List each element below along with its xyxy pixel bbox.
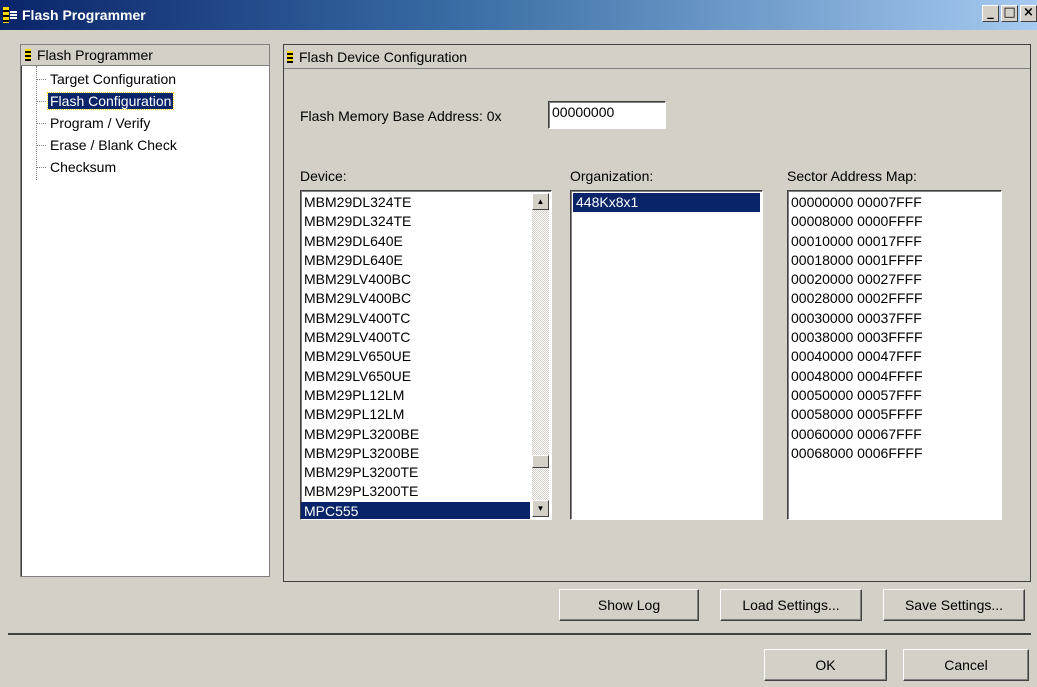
show-log-button[interactable]: Show Log: [559, 589, 699, 621]
organization-label: Organization:: [570, 168, 654, 184]
tree-root[interactable]: Flash Programmer: [21, 45, 269, 66]
device-list-item[interactable]: MPC555: [301, 501, 530, 519]
sector-list-item[interactable]: 00008000 0000FFFF: [788, 212, 1001, 231]
base-address-input[interactable]: 00000000: [548, 101, 666, 129]
device-list-item[interactable]: MBM29DL640E: [301, 232, 530, 251]
base-address-label: Flash Memory Base Address: 0x: [300, 108, 502, 124]
close-button[interactable]: ×: [1020, 5, 1037, 22]
device-list-item[interactable]: MBM29LV650UE: [301, 347, 530, 366]
sector-map-label: Sector Address Map:: [787, 168, 917, 184]
sector-list-item[interactable]: 00050000 00057FFF: [788, 386, 1001, 405]
sector-rows: 00000000 00007FFF 00008000 0000FFFF 000100…: [788, 191, 1001, 463]
tree-item-label: Erase / Blank Check: [50, 137, 177, 153]
device-list-item[interactable]: MBM29PL3200TE: [301, 463, 530, 482]
organization-listbox[interactable]: 448Kx8x1: [570, 190, 763, 520]
flash-device-configuration-panel: Flash Device Configuration Flash Memory …: [283, 44, 1031, 582]
navigation-tree[interactable]: Flash Programmer Target Configuration Fla…: [20, 44, 270, 577]
organization-rows: 448Kx8x1: [571, 191, 762, 213]
device-list-item[interactable]: MBM29PL3200BE: [301, 425, 530, 444]
separator: [8, 633, 1031, 635]
device-list-item[interactable]: MBM29LV400TC: [301, 309, 530, 328]
scroll-thumb[interactable]: [532, 455, 549, 468]
device-list-item[interactable]: MBM29PL3200TE: [301, 482, 530, 501]
config-title: Flash Device Configuration: [299, 48, 468, 65]
sector-list-item[interactable]: 00060000 00067FFF: [788, 425, 1001, 444]
scroll-up-button[interactable]: ▲: [532, 193, 549, 210]
device-rows: MBM29DL324TE MBM29DL324TE MBM29DL640E MBM29…: [301, 191, 530, 519]
device-list-item[interactable]: MBM29LV400BC: [301, 289, 530, 308]
flash-programmer-icon: [25, 49, 31, 61]
tree-item-label: Flash Configuration: [46, 92, 175, 110]
sector-map-listbox[interactable]: 00000000 00007FFF 00008000 0000FFFF 000100…: [787, 190, 1002, 520]
tree-item-label: Checksum: [50, 159, 117, 175]
sector-list-item[interactable]: 00010000 00017FFF: [788, 232, 1001, 251]
minimize-button[interactable]: _: [982, 5, 999, 22]
device-label: Device:: [300, 168, 347, 184]
sector-list-item[interactable]: 00020000 00027FFF: [788, 270, 1001, 289]
device-list-item[interactable]: MBM29DL324TE: [301, 193, 530, 212]
tree-items: Target Configuration Flash Configuration P…: [21, 66, 269, 180]
flash-device-icon: [287, 50, 293, 63]
device-list-item[interactable]: MBM29LV400TC: [301, 328, 530, 347]
sector-list-item[interactable]: 00018000 0001FFFF: [788, 251, 1001, 270]
sector-list-item[interactable]: 00030000 00037FFF: [788, 309, 1001, 328]
config-header: Flash Device Configuration: [284, 45, 1030, 69]
app-icon[interactable]: [3, 7, 17, 23]
tree-item-label: Program / Verify: [50, 115, 151, 131]
device-list-item[interactable]: MBM29PL3200BE: [301, 444, 530, 463]
device-list-item[interactable]: MBM29DL640E: [301, 251, 530, 270]
tree-item[interactable]: Flash Configuration: [21, 91, 269, 113]
window-title: Flash Programmer: [22, 7, 146, 23]
device-list-item[interactable]: MBM29PL12LM: [301, 405, 530, 424]
device-list-item[interactable]: MBM29LV650UE: [301, 367, 530, 386]
sector-list-item[interactable]: 00028000 0002FFFF: [788, 289, 1001, 308]
device-list-item[interactable]: MBM29LV400BC: [301, 270, 530, 289]
window-controls: _ □ ×: [982, 5, 1037, 22]
sector-list-item[interactable]: 00068000 0006FFFF: [788, 444, 1001, 463]
cancel-button[interactable]: Cancel: [903, 649, 1029, 681]
tree-item[interactable]: Checksum: [21, 157, 269, 179]
tree-item[interactable]: Program / Verify: [21, 113, 269, 135]
tree-item[interactable]: Target Configuration: [21, 69, 269, 91]
sector-list-item[interactable]: 00000000 00007FFF: [788, 193, 1001, 212]
device-scrollbar[interactable]: ▲ ▼: [532, 193, 549, 517]
device-list-item[interactable]: MBM29PL12LM: [301, 386, 530, 405]
load-settings-button[interactable]: Load Settings...: [720, 589, 862, 621]
organization-list-item[interactable]: 448Kx8x1: [573, 193, 760, 213]
scroll-down-button[interactable]: ▼: [532, 500, 549, 517]
ok-button[interactable]: OK: [764, 649, 887, 681]
title-bar[interactable]: Flash Programmer _ □ ×: [0, 0, 1037, 30]
tree-item[interactable]: Erase / Blank Check: [21, 135, 269, 157]
sector-list-item[interactable]: 00048000 0004FFFF: [788, 367, 1001, 386]
sector-list-item[interactable]: 00058000 0005FFFF: [788, 405, 1001, 424]
sector-list-item[interactable]: 00038000 0003FFFF: [788, 328, 1001, 347]
save-settings-button[interactable]: Save Settings...: [883, 589, 1025, 621]
sector-list-item[interactable]: 00040000 00047FFF: [788, 347, 1001, 366]
tree-item-label: Target Configuration: [50, 71, 177, 87]
device-list-item[interactable]: MBM29DL324TE: [301, 212, 530, 231]
maximize-button[interactable]: □: [1001, 5, 1018, 22]
tree-root-label: Flash Programmer: [37, 47, 153, 63]
device-listbox[interactable]: MBM29DL324TE MBM29DL324TE MBM29DL640E MBM29…: [300, 190, 552, 520]
